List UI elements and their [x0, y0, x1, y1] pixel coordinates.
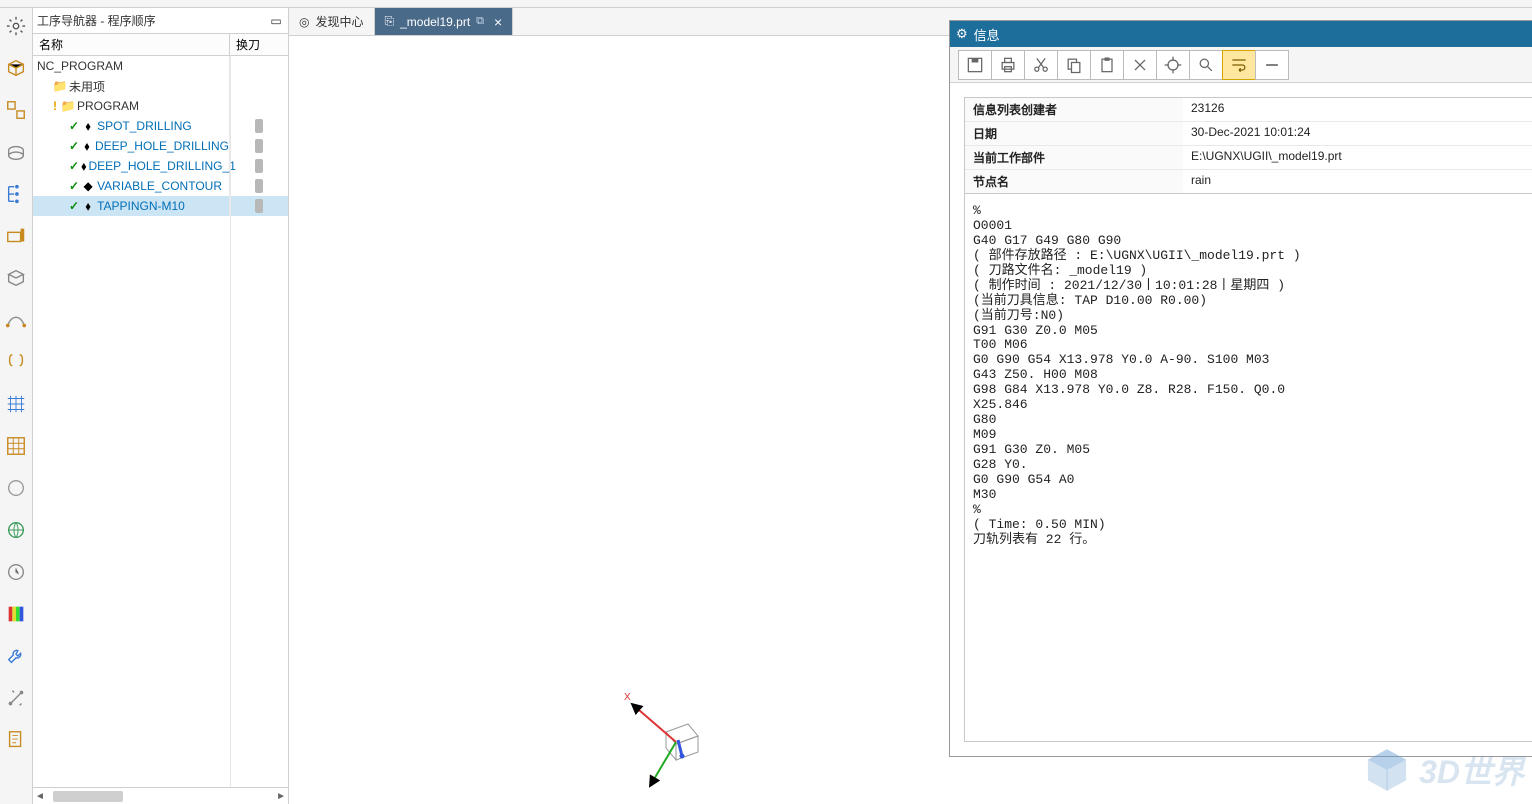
save-icon[interactable] — [958, 50, 992, 80]
tree-op[interactable]: ✓⬧DEEP_HOLE_DRILLING — [33, 136, 288, 156]
main-layout: 工序导航器 - 程序顺序 ▭ 名称 换刀 NC_PROGRAM 📁未用项 !📁P… — [0, 8, 1532, 804]
meta-row: 节点名rain — [965, 169, 1532, 193]
view-triad: X — [614, 680, 724, 790]
shell-icon[interactable] — [2, 138, 30, 166]
check-icon: ✓ — [69, 179, 79, 193]
drill-icon: ⬧ — [81, 159, 86, 173]
warning-icon: ! — [53, 99, 57, 113]
check-icon: ✓ — [69, 139, 79, 153]
content-area: ◎ 发现中心 ⎘ _model19.prt ⧉ × X — [289, 8, 1532, 804]
scroll-right-icon[interactable]: ► — [276, 791, 286, 802]
operation-navigator: 工序导航器 - 程序顺序 ▭ 名称 换刀 NC_PROGRAM 📁未用项 !📁P… — [33, 8, 289, 804]
tool-glyph — [255, 199, 263, 213]
check-icon: ✓ — [69, 199, 79, 213]
tree-program[interactable]: !📁PROGRAM — [33, 96, 288, 116]
navigator-columns: 名称 换刀 — [33, 34, 288, 56]
clock-icon[interactable] — [2, 558, 30, 586]
column-tool[interactable]: 换刀 — [230, 34, 288, 55]
curve-icon[interactable] — [2, 306, 30, 334]
tool-glyph — [255, 179, 263, 193]
target-icon[interactable] — [1156, 50, 1190, 80]
drill-icon: ⬧ — [81, 139, 93, 153]
info-window: ⚙ 信息 ? — ▢ ✕ 信息列表创建者231 — [949, 20, 1532, 757]
tool-glyph — [255, 139, 263, 153]
operation-tree[interactable]: NC_PROGRAM 📁未用项 !📁PROGRAM ✓⬧SPOT_DRILLIN… — [33, 56, 288, 787]
bracket-icon[interactable] — [2, 348, 30, 376]
rainbow-icon[interactable] — [2, 600, 30, 628]
svg-text:X: X — [624, 692, 631, 703]
left-toolbar — [0, 8, 33, 804]
part-icon: ⎘ — [385, 14, 395, 29]
navigator-header: 工序导航器 - 程序顺序 ▭ — [33, 8, 288, 34]
scroll-left-icon[interactable]: ◄ — [35, 791, 45, 802]
watermark-cube-icon — [1361, 744, 1413, 796]
navigator-hscroll[interactable]: ◄ ► — [33, 787, 288, 804]
delete-icon[interactable] — [1123, 50, 1157, 80]
scroll-thumb[interactable] — [53, 791, 123, 802]
contour-icon: ◆ — [81, 179, 95, 193]
nc-code-listing[interactable]: % O0001 G40 G17 G49 G80 G90 ( 部件存放路径 : E… — [964, 194, 1532, 742]
mesh-icon[interactable] — [2, 390, 30, 418]
info-titlebar[interactable]: ⚙ 信息 ? — ▢ ✕ — [950, 21, 1532, 47]
info-meta-table: 信息列表创建者23126 日期30-Dec-2021 10:01:24 当前工作… — [964, 97, 1532, 194]
print-icon[interactable] — [991, 50, 1025, 80]
navigator-title: 工序导航器 - 程序顺序 — [37, 12, 262, 29]
tree-unused[interactable]: 📁未用项 — [33, 76, 288, 96]
doc-icon[interactable] — [2, 726, 30, 754]
minus-icon[interactable] — [1255, 50, 1289, 80]
tree-op[interactable]: ✓◆VARIABLE_CONTOUR — [33, 176, 288, 196]
tree-op[interactable]: ✓⬧DEEP_HOLE_DRILLING_1 — [33, 156, 288, 176]
compass-icon: ◎ — [299, 15, 309, 29]
tree-icon[interactable] — [2, 180, 30, 208]
meta-row: 日期30-Dec-2021 10:01:24 — [965, 121, 1532, 145]
folder-icon: 📁 — [61, 99, 75, 113]
globe-icon[interactable] — [2, 516, 30, 544]
wrench-icon[interactable] — [2, 642, 30, 670]
block-icon[interactable] — [2, 264, 30, 292]
machine-icon[interactable] — [2, 222, 30, 250]
close-icon[interactable]: × — [494, 14, 502, 30]
tree-op[interactable]: ✓⬧SPOT_DRILLING — [33, 116, 288, 136]
maximize-icon[interactable]: ▭ — [268, 13, 284, 29]
check-icon: ✓ — [69, 119, 79, 133]
tab-discover[interactable]: ◎ 发现中心 — [289, 8, 375, 35]
drill-icon: ⬧ — [81, 119, 95, 133]
tree-op-selected[interactable]: ✓⬧TAPPINGN-M10 — [33, 196, 288, 216]
meta-row: 信息列表创建者23126 — [965, 98, 1532, 121]
meta-row: 当前工作部件E:\UGNX\UGII\_model19.prt — [965, 145, 1532, 169]
tool-glyph — [255, 119, 263, 133]
tool-glyph — [255, 159, 263, 173]
circle-icon[interactable] — [2, 474, 30, 502]
info-title: 信息 — [974, 25, 1532, 44]
paste-icon[interactable] — [1090, 50, 1124, 80]
gear-icon: ⚙ — [956, 26, 968, 42]
cube-icon[interactable] — [2, 54, 30, 82]
info-toolbar — [950, 47, 1532, 83]
watermark: 3D世界 — [1361, 744, 1524, 796]
tab-file[interactable]: ⎘ _model19.prt ⧉ × — [375, 8, 514, 35]
column-name[interactable]: 名称 — [33, 34, 230, 55]
cut-icon[interactable] — [1024, 50, 1058, 80]
wrap-icon[interactable] — [1222, 50, 1256, 80]
assembly-icon[interactable] — [2, 96, 30, 124]
popout-icon[interactable]: ⧉ — [476, 15, 484, 28]
top-strip — [0, 0, 1532, 8]
tap-icon: ⬧ — [81, 199, 95, 213]
check-icon: ✓ — [69, 159, 79, 173]
info-body: 信息列表创建者23126 日期30-Dec-2021 10:01:24 当前工作… — [950, 83, 1532, 756]
gear-icon[interactable] — [2, 12, 30, 40]
copy-icon[interactable] — [1057, 50, 1091, 80]
folder-icon: 📁 — [53, 79, 67, 93]
tools-icon[interactable] — [2, 684, 30, 712]
tree-root[interactable]: NC_PROGRAM — [33, 56, 288, 76]
find-icon[interactable] — [1189, 50, 1223, 80]
grid-icon[interactable] — [2, 432, 30, 460]
